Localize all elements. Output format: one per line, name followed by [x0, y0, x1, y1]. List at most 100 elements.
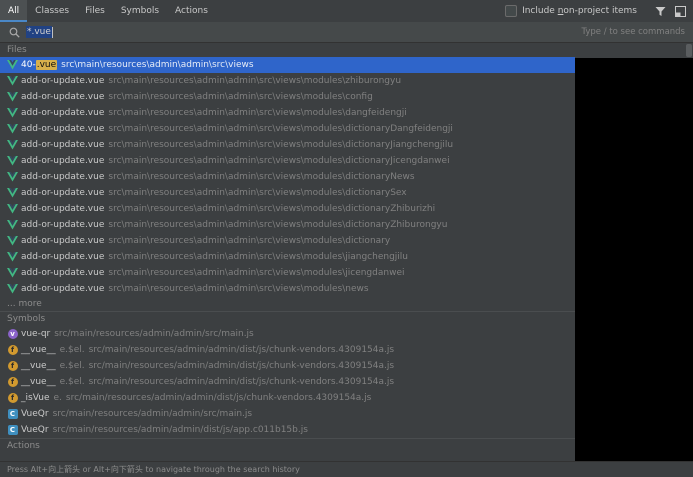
file-result-row[interactable]: add-or-update.vue src\main\resources\admi… — [0, 169, 575, 185]
file-name: add-or-update.vue — [21, 140, 105, 150]
symbol-name: __vue__ — [21, 361, 56, 371]
vue-file-icon — [7, 252, 18, 263]
open-in-window-icon[interactable] — [673, 4, 687, 18]
symbol-results: v vue-qr src/main/resources/admin/admin/sr… — [0, 326, 575, 438]
symbol-path: src/main/resources/admin/admin/dist/js/c… — [88, 377, 395, 387]
file-result-row[interactable]: add-or-update.vue src\main\resources\admi… — [0, 105, 575, 121]
file-result-row[interactable]: add-or-update.vue src\main\resources\admi… — [0, 89, 575, 105]
function-icon: f — [7, 377, 18, 387]
file-result-row[interactable]: add-or-update.vue src\main\resources\admi… — [0, 121, 575, 137]
file-name: add-or-update.vue — [21, 92, 105, 102]
symbol-name: VueQr — [21, 409, 49, 419]
symbol-result-row[interactable]: f __vue__ e.$el. src/main/resources/admin/a… — [0, 342, 575, 358]
symbol-qualifier: e.$el. — [59, 345, 85, 355]
match-highlight: .vue — [35, 60, 58, 70]
more-files-link[interactable]: ... more — [0, 297, 575, 311]
file-name: add-or-update.vue — [21, 220, 105, 230]
symbol-path: src/main/resources/admin/admin/src/main.… — [52, 409, 253, 419]
symbol-path: src/main/resources/admin/admin/dist/js/c… — [65, 393, 372, 403]
symbol-path: src/main/resources/admin/admin/dist/js/a… — [52, 425, 308, 435]
vue-file-icon — [7, 108, 18, 119]
file-path: src\main\resources\admin\admin\src\views… — [108, 284, 369, 294]
preview-pane — [575, 58, 693, 461]
filter-icon[interactable] — [653, 4, 667, 18]
file-name: add-or-update.vue — [21, 156, 105, 166]
symbol-result-row[interactable]: f __vue__ e.$el. src/main/resources/admin/a… — [0, 374, 575, 390]
file-path: src\main\resources\admin\admin\src\views… — [108, 188, 407, 198]
results-list: Files 40-.vue src\main\resources\admin\ad… — [0, 43, 575, 461]
tab-all[interactable]: All — [0, 0, 28, 22]
symbol-result-row[interactable]: f __vue__ e.$el. src/main/resources/admin/a… — [0, 358, 575, 374]
file-name: add-or-update.vue — [21, 236, 105, 246]
symbol-icon: f — [7, 377, 18, 388]
file-name: add-or-update.vue — [21, 204, 105, 214]
tab-classes[interactable]: Classes — [27, 0, 77, 22]
file-path: src\main\resources\admin\admin\src\views… — [108, 108, 407, 118]
search-hint: Type / to see commands — [581, 27, 685, 37]
file-result-row[interactable]: 40-.vue src\main\resources\admin\admin\sr… — [0, 57, 575, 73]
symbol-result-row[interactable]: f _isVue e. src/main/resources/admin/admin/… — [0, 390, 575, 406]
file-result-row[interactable]: add-or-update.vue src\main\resources\admi… — [0, 265, 575, 281]
file-name: add-or-update.vue — [21, 252, 105, 262]
file-path: src\main\resources\admin\admin\src\views… — [108, 172, 415, 182]
search-tabs: All Classes Files Symbols Actions Includ… — [0, 0, 693, 23]
tab-symbols[interactable]: Symbols — [113, 0, 167, 22]
tab-actions[interactable]: Actions — [167, 0, 216, 22]
vue-file-icon — [7, 60, 18, 71]
vue-file-icon — [7, 268, 18, 279]
file-path: src\main\resources\admin\admin\src\views… — [108, 76, 402, 86]
file-name: add-or-update.vue — [21, 188, 105, 198]
file-path: src\main\resources\admin\admin\src\views… — [108, 140, 454, 150]
vue-file-icon — [7, 188, 18, 199]
file-name: 40-.vue — [21, 57, 58, 73]
file-result-row[interactable]: add-or-update.vue src\main\resources\admi… — [0, 217, 575, 233]
file-path: src\main\resources\admin\admin\src\views… — [108, 220, 448, 230]
vue-file-icon — [7, 284, 18, 295]
include-non-project-checkbox[interactable] — [505, 5, 518, 17]
search-input[interactable]: *.vue — [26, 26, 52, 38]
function-icon: f — [7, 361, 18, 371]
symbol-icon: f — [7, 361, 18, 372]
symbol-path: src/main/resources/admin/admin/src/main.… — [54, 329, 254, 339]
symbol-name: __vue__ — [21, 345, 56, 355]
file-name: add-or-update.vue — [21, 124, 105, 134]
file-result-row[interactable]: add-or-update.vue src\main\resources\admi… — [0, 185, 575, 201]
vue-file-icon — [7, 156, 18, 167]
search-icon — [9, 26, 21, 38]
symbol-name: vue-qr — [21, 329, 51, 339]
symbol-result-row[interactable]: v vue-qr src/main/resources/admin/admin/sr… — [0, 326, 575, 342]
file-result-row[interactable]: add-or-update.vue src\main\resources\admi… — [0, 233, 575, 249]
function-icon: f — [7, 393, 18, 403]
vue-file-icon — [7, 140, 18, 151]
section-symbols: Symbols — [0, 311, 575, 326]
file-name: add-or-update.vue — [21, 284, 105, 294]
symbol-path: src/main/resources/admin/admin/dist/js/c… — [88, 345, 395, 355]
file-name: add-or-update.vue — [21, 76, 105, 86]
file-result-row[interactable]: add-or-update.vue src\main\resources\admi… — [0, 201, 575, 217]
variable-icon: v — [7, 329, 18, 339]
include-non-project-label[interactable]: Include non-project items — [522, 6, 637, 16]
symbol-result-row[interactable]: C VueQr src/main/resources/admin/admin/dis… — [0, 422, 575, 438]
symbol-name: _isVue — [21, 393, 50, 403]
file-result-row[interactable]: add-or-update.vue src\main\resources\admi… — [0, 153, 575, 169]
status-hint: Press Alt+向上箭头 or Alt+向下箭头 to navigate t… — [0, 461, 693, 476]
file-result-row[interactable]: add-or-update.vue src\main\resources\admi… — [0, 281, 575, 297]
tab-files[interactable]: Files — [77, 0, 113, 22]
file-result-row[interactable]: add-or-update.vue src\main\resources\admi… — [0, 137, 575, 153]
file-results: 40-.vue src\main\resources\admin\admin\sr… — [0, 57, 575, 297]
symbol-qualifier: e.$el. — [59, 377, 85, 387]
class-icon: C — [7, 425, 18, 435]
file-name: add-or-update.vue — [21, 172, 105, 182]
file-path: src\main\resources\admin\admin\src\views… — [108, 252, 408, 262]
file-name: add-or-update.vue — [21, 268, 105, 278]
vue-file-icon — [7, 76, 18, 87]
file-result-row[interactable]: add-or-update.vue src\main\resources\admi… — [0, 73, 575, 89]
file-path: src\main\resources\admin\admin\src\views… — [108, 268, 405, 278]
scrollbar-thumb[interactable] — [686, 44, 692, 57]
symbol-icon: C — [7, 425, 18, 436]
symbol-result-row[interactable]: C VueQr src/main/resources/admin/admin/src… — [0, 406, 575, 422]
class-icon: C — [7, 409, 18, 419]
symbol-qualifier: e. — [53, 393, 62, 403]
file-result-row[interactable]: add-or-update.vue src\main\resources\admi… — [0, 249, 575, 265]
file-path: src\main\resources\admin\admin\src\views… — [108, 156, 450, 166]
